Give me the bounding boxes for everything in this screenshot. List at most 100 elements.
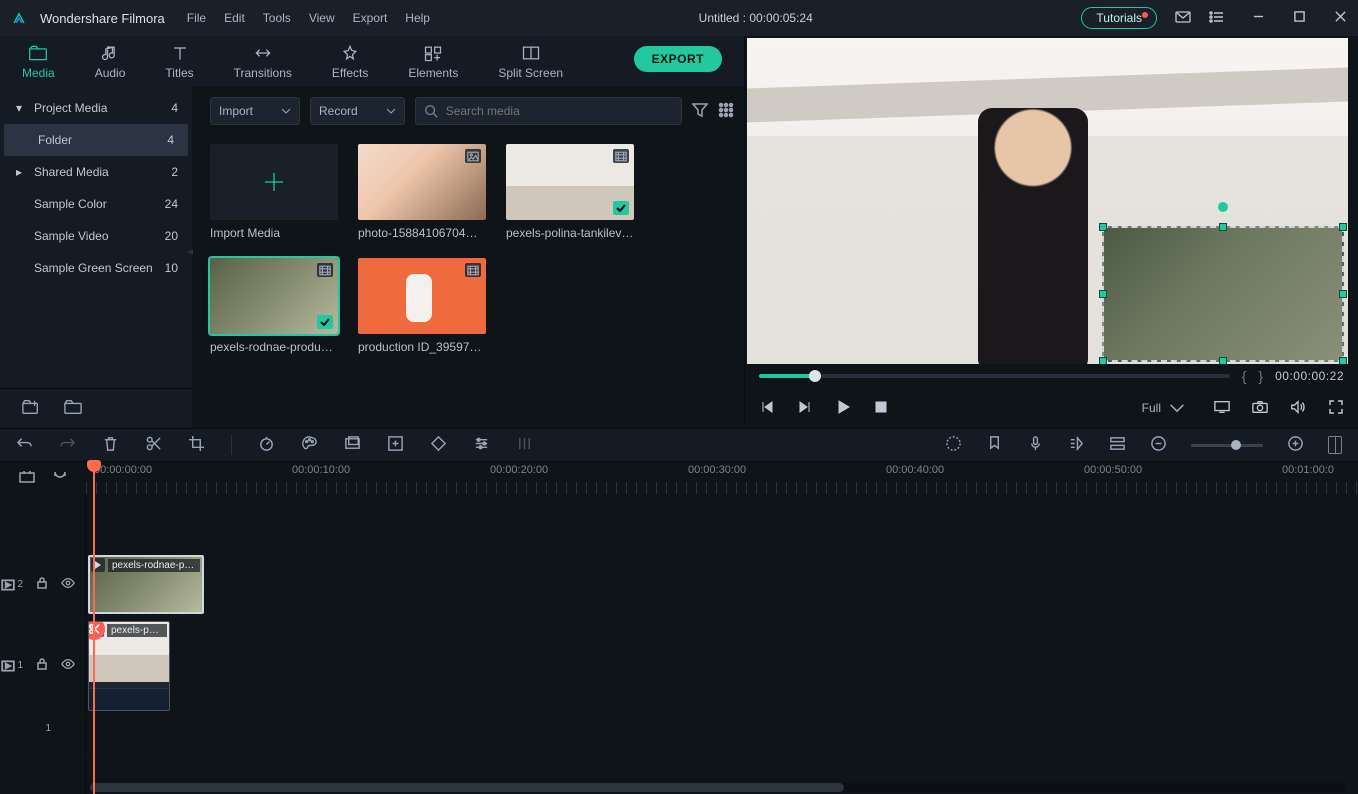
mark-in-icon[interactable]: {: [1242, 368, 1247, 384]
resize-handle[interactable]: [1219, 357, 1227, 364]
tab-effects[interactable]: Effects: [332, 44, 368, 86]
timeline-clip[interactable]: pexels-rodnae-prod: [88, 555, 204, 614]
video-track-2[interactable]: pexels-rodnae-prod: [86, 552, 1358, 618]
display-settings-icon[interactable]: [1214, 399, 1230, 418]
zoom-out-button[interactable]: [1150, 435, 1167, 455]
zoom-slider[interactable]: [1191, 444, 1263, 447]
preview-seek-slider[interactable]: [759, 374, 1230, 378]
play-button[interactable]: [835, 399, 851, 418]
track-header-a1[interactable]: 1: [0, 714, 85, 742]
menu-export[interactable]: Export: [353, 11, 388, 25]
split-button[interactable]: [145, 435, 162, 455]
track-header-v2[interactable]: 2: [0, 552, 85, 618]
track-header-v1[interactable]: 1: [0, 618, 85, 714]
redo-button[interactable]: [59, 435, 76, 455]
delete-button[interactable]: [102, 435, 119, 455]
volume-icon[interactable]: [1290, 399, 1306, 418]
resize-handle[interactable]: [1099, 223, 1107, 231]
filter-icon[interactable]: [692, 102, 708, 121]
marker-button[interactable]: [986, 435, 1003, 455]
media-item[interactable]: pexels-rodnae-produ…: [210, 258, 338, 354]
menu-help[interactable]: Help: [405, 11, 430, 25]
greenscreen-button[interactable]: [344, 435, 361, 455]
keyframe-button[interactable]: [430, 435, 447, 455]
tutorials-button[interactable]: Tutorials: [1081, 7, 1157, 29]
undo-button[interactable]: [16, 435, 33, 455]
search-input[interactable]: [415, 97, 682, 125]
render-preview-button[interactable]: [945, 435, 962, 455]
window-close-button[interactable]: [1335, 11, 1346, 25]
color-button[interactable]: [301, 435, 318, 455]
window-maximize-button[interactable]: [1294, 11, 1305, 25]
next-frame-button[interactable]: [797, 399, 813, 418]
import-dropdown[interactable]: Import: [210, 97, 300, 125]
grid-view-icon[interactable]: [718, 102, 734, 121]
sidebar-item-folder[interactable]: Folder4: [4, 124, 188, 156]
media-item[interactable]: photo-15884106704…: [358, 144, 486, 240]
playhead[interactable]: [93, 462, 95, 794]
sidebar-item-sample-green[interactable]: Sample Green Screen10: [0, 252, 192, 284]
menu-tools[interactable]: Tools: [263, 11, 291, 25]
sidebar-item-sample-video[interactable]: Sample Video20: [0, 220, 192, 252]
resize-handle[interactable]: [1339, 223, 1347, 231]
rotate-handle-icon[interactable]: [1218, 202, 1228, 212]
magnet-snap-icon[interactable]: [51, 470, 67, 487]
resize-handle[interactable]: [1339, 290, 1347, 298]
toggle-track-icon[interactable]: [61, 576, 75, 593]
resize-handle[interactable]: [1219, 223, 1227, 231]
speed-button[interactable]: [258, 435, 275, 455]
toggle-track-icon[interactable]: [61, 657, 75, 674]
media-item[interactable]: production ID_39597…: [358, 258, 486, 354]
import-media-tile[interactable]: Import Media: [210, 144, 338, 240]
timeline-clip[interactable]: pexels-polina-: [88, 621, 170, 711]
crop-zoom-button[interactable]: [387, 435, 404, 455]
tab-transitions[interactable]: Transitions: [234, 44, 292, 86]
audio-track-1[interactable]: [86, 714, 1358, 754]
tab-titles[interactable]: Titles: [165, 44, 193, 86]
menu-file[interactable]: File: [187, 11, 206, 25]
record-dropdown[interactable]: Record: [310, 97, 405, 125]
message-icon[interactable]: [1175, 9, 1191, 28]
mark-out-icon[interactable]: }: [1258, 368, 1263, 384]
audio-mixer-button[interactable]: [516, 435, 533, 455]
resize-handle[interactable]: [1099, 290, 1107, 298]
sidebar-item-shared-media[interactable]: ▸Shared Media2: [0, 156, 192, 188]
window-minimize-button[interactable]: [1253, 11, 1264, 25]
track-manager-button[interactable]: [1109, 435, 1126, 455]
pip-overlay[interactable]: [1102, 226, 1344, 362]
export-button[interactable]: EXPORT: [634, 46, 722, 72]
preview-quality-dropdown[interactable]: Full: [1135, 397, 1192, 419]
fullscreen-icon[interactable]: [1328, 399, 1344, 418]
tab-media[interactable]: Media: [22, 44, 55, 86]
preview-canvas[interactable]: [747, 38, 1348, 364]
resize-handle[interactable]: [1099, 357, 1107, 364]
tasklist-icon[interactable]: [1209, 9, 1225, 28]
resize-handle[interactable]: [1339, 357, 1347, 364]
zoom-in-button[interactable]: [1287, 435, 1304, 455]
snapshot-icon[interactable]: [1252, 399, 1268, 418]
media-item[interactable]: pexels-polina-tankilevi…: [506, 144, 634, 240]
menu-edit[interactable]: Edit: [224, 11, 245, 25]
tab-splitscreen[interactable]: Split Screen: [498, 44, 563, 86]
lock-track-icon[interactable]: [35, 576, 49, 593]
collapse-sidebar-icon[interactable]: ◂: [187, 244, 193, 258]
adjust-button[interactable]: [473, 435, 490, 455]
lock-track-icon[interactable]: [35, 657, 49, 674]
timeline-ruler[interactable]: 00:00:00:00 00:00:10:00 00:00:20:00 00:0…: [86, 462, 1358, 494]
search-field[interactable]: [446, 104, 673, 118]
zoom-fit-button[interactable]: [1328, 436, 1342, 454]
new-folder-icon[interactable]: [22, 399, 40, 418]
tab-elements[interactable]: Elements: [408, 44, 458, 86]
sidebar-item-project-media[interactable]: ▾Project Media4: [0, 92, 192, 124]
sidebar-item-sample-color[interactable]: Sample Color24: [0, 188, 192, 220]
menu-view[interactable]: View: [309, 11, 335, 25]
stop-button[interactable]: [873, 399, 889, 418]
voiceover-button[interactable]: [1027, 435, 1044, 455]
folder-icon[interactable]: [64, 399, 82, 418]
prev-frame-button[interactable]: [759, 399, 775, 418]
timeline-edit-mode-icon[interactable]: [19, 470, 35, 487]
video-track-1[interactable]: pexels-polina-: [86, 618, 1358, 714]
tab-audio[interactable]: Audio: [95, 44, 126, 86]
audio-sync-button[interactable]: [1068, 435, 1085, 455]
crop-button[interactable]: [188, 435, 205, 455]
